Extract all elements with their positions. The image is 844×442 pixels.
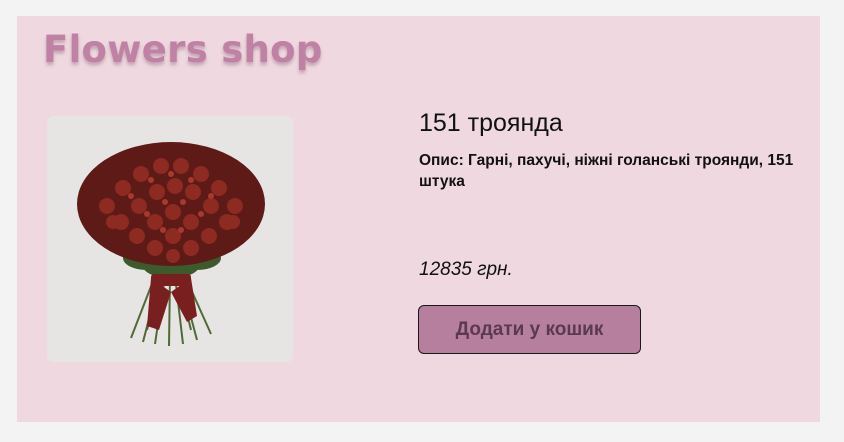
shop-logo-title[interactable]: Flowers shop (43, 28, 323, 71)
product-description: Опис: Гарні, пахучі, ніжні голанські тро… (419, 152, 794, 190)
product-card: Flowers shop 151 троянда Опис: Гарні, па… (17, 16, 820, 422)
product-image (47, 116, 293, 362)
product-price: 12835 грн. (419, 259, 513, 280)
add-to-cart-button[interactable]: Додати у кошик (418, 305, 641, 354)
product-name: 151 троянда (419, 109, 563, 137)
